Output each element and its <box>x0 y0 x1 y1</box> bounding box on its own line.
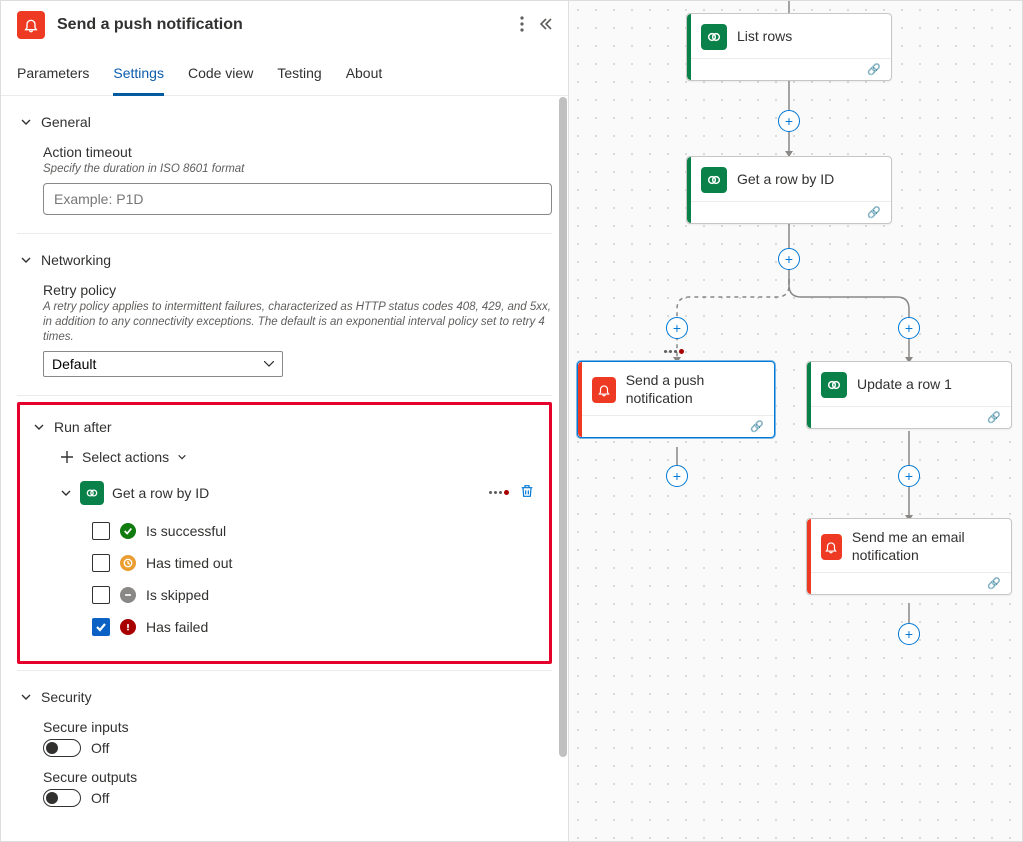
settings-panel: Send a push notification Parameters Sett… <box>1 1 569 841</box>
chevron-down-icon <box>60 487 72 499</box>
tab-settings[interactable]: Settings <box>113 65 164 96</box>
section-security-title: Security <box>41 689 92 705</box>
section-general-header[interactable]: General <box>17 114 552 130</box>
status-dots <box>489 490 509 495</box>
section-run-after-header[interactable]: Run after <box>30 419 539 435</box>
more-icon[interactable] <box>520 16 524 35</box>
add-step-button[interactable]: + <box>898 623 920 645</box>
select-actions-label: Select actions <box>82 449 169 465</box>
link-icon: 🔗 <box>987 411 1001 424</box>
flow-card-list-rows[interactable]: List rows 🔗 <box>686 13 892 81</box>
dataverse-icon <box>821 372 847 398</box>
secure-outputs-label: Secure outputs <box>43 769 552 785</box>
status-label: Has timed out <box>146 555 232 571</box>
dataverse-icon <box>701 167 727 193</box>
add-step-button[interactable]: + <box>666 317 688 339</box>
plus-icon <box>60 450 74 464</box>
tab-code-view[interactable]: Code view <box>188 65 253 96</box>
action-timeout-label: Action timeout <box>43 144 552 160</box>
flow-card-label: Get a row by ID <box>737 171 834 189</box>
checkbox[interactable] <box>92 586 110 604</box>
status-label: Has failed <box>146 619 208 635</box>
chevron-down-icon <box>17 691 35 703</box>
retry-policy-desc: A retry policy applies to intermittent f… <box>43 300 552 345</box>
status-has-timed-out[interactable]: Has timed out <box>92 547 539 579</box>
chevron-down-icon <box>17 116 35 128</box>
link-icon: 🔗 <box>867 206 881 219</box>
run-after-source-label: Get a row by ID <box>112 485 209 501</box>
action-timeout-input[interactable] <box>43 183 552 215</box>
add-step-button[interactable]: + <box>898 465 920 487</box>
scrollbar[interactable] <box>558 97 568 841</box>
action-timeout-desc: Specify the duration in ISO 8601 format <box>43 162 552 177</box>
tab-testing[interactable]: Testing <box>277 65 321 96</box>
panel-title: Send a push notification <box>57 16 520 34</box>
retry-policy-label: Retry policy <box>43 282 552 298</box>
status-is-successful[interactable]: Is successful <box>92 515 539 547</box>
bell-icon <box>17 11 45 39</box>
status-label: Is successful <box>146 523 226 539</box>
link-icon: 🔗 <box>867 63 881 76</box>
flow-card-label: Update a row 1 <box>857 376 952 394</box>
link-icon: 🔗 <box>750 420 764 433</box>
skipped-icon <box>120 587 136 603</box>
section-networking: Networking Retry policy A retry policy a… <box>17 234 552 396</box>
secure-inputs-label: Secure inputs <box>43 719 552 735</box>
flow-canvas[interactable]: + + + + + + + <box>569 1 1022 841</box>
chevron-down-icon <box>17 254 35 266</box>
add-step-button[interactable]: + <box>778 110 800 132</box>
select-actions-button[interactable]: Select actions <box>60 449 539 465</box>
status-is-skipped[interactable]: Is skipped <box>92 579 539 611</box>
dataverse-icon <box>80 481 104 505</box>
flow-card-get-row[interactable]: Get a row by ID 🔗 <box>686 156 892 224</box>
flow-card-label: List rows <box>737 28 792 46</box>
section-security: Security Secure inputs Off Secure output… <box>17 671 552 837</box>
dataverse-icon <box>701 24 727 50</box>
chevron-down-icon <box>177 452 187 462</box>
flow-card-label: Send me an email notification <box>852 529 999 564</box>
delete-icon[interactable] <box>519 483 535 502</box>
chevron-down-icon <box>30 421 48 433</box>
secure-inputs-state: Off <box>91 740 109 756</box>
secure-inputs-toggle[interactable] <box>43 739 81 757</box>
flow-card-push[interactable]: Send a push notification 🔗 <box>577 361 775 438</box>
flow-card-email[interactable]: Send me an email notification 🔗 <box>806 518 1012 595</box>
section-run-after-highlight: Run after Select actions Get a row by ID <box>17 402 552 664</box>
secure-outputs-state: Off <box>91 790 109 806</box>
section-general-title: General <box>41 114 91 130</box>
status-has-failed[interactable]: Has failed <box>92 611 539 643</box>
add-step-button[interactable]: + <box>666 465 688 487</box>
flow-card-label: Send a push notification <box>626 372 762 407</box>
add-step-button[interactable]: + <box>778 248 800 270</box>
checkbox-checked[interactable] <box>92 618 110 636</box>
collapse-icon[interactable] <box>538 17 552 34</box>
section-networking-header[interactable]: Networking <box>17 252 552 268</box>
failed-icon <box>120 619 136 635</box>
tabs: Parameters Settings Code view Testing Ab… <box>1 47 568 96</box>
success-icon <box>120 523 136 539</box>
retry-policy-select[interactable]: Default <box>43 351 283 377</box>
section-general: General Action timeout Specify the durat… <box>17 96 552 234</box>
status-label: Is skipped <box>146 587 209 603</box>
secure-outputs-toggle[interactable] <box>43 789 81 807</box>
run-after-source[interactable]: Get a row by ID <box>60 481 209 505</box>
checkbox[interactable] <box>92 554 110 572</box>
add-step-button[interactable]: + <box>898 317 920 339</box>
timeout-icon <box>120 555 136 571</box>
flow-card-update-row[interactable]: Update a row 1 🔗 <box>806 361 1012 429</box>
checkbox[interactable] <box>92 522 110 540</box>
bell-icon <box>592 377 616 403</box>
section-run-after-title: Run after <box>54 419 112 435</box>
section-security-header[interactable]: Security <box>17 689 552 705</box>
link-icon: 🔗 <box>987 577 1001 590</box>
section-networking-title: Networking <box>41 252 111 268</box>
tab-parameters[interactable]: Parameters <box>17 65 89 96</box>
bell-icon <box>821 534 842 560</box>
tab-about[interactable]: About <box>346 65 383 96</box>
